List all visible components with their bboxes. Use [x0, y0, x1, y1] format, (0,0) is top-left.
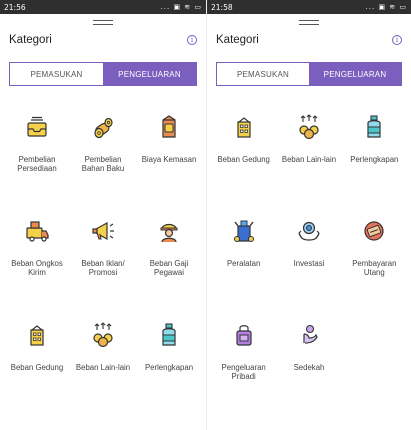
- category-label: Pengeluaran Pribadi: [221, 363, 266, 381]
- category-item[interactable]: Beban Gedung: [211, 101, 276, 205]
- personal-icon: [236, 325, 252, 346]
- category-label: Sedekah: [293, 363, 325, 372]
- status-time: 21:56: [4, 2, 26, 12]
- header: Kategori i: [207, 30, 411, 50]
- category-item[interactable]: Sedekah: [276, 309, 341, 413]
- status-bar: 21:56 ... ▣ ≋ ▭: [0, 0, 206, 14]
- category-label: Beban Ongkos Kirim: [11, 259, 63, 277]
- category-item[interactable]: Pengeluaran Pribadi: [211, 309, 276, 413]
- category-label: Pembayaran Utang: [352, 259, 397, 277]
- megaphone-icon: [92, 221, 114, 241]
- bottle-icon: [367, 115, 381, 138]
- logs-icon: [94, 117, 113, 139]
- status-time: 21:58: [211, 2, 233, 12]
- worker-icon: [160, 223, 178, 243]
- header: Kategori i: [0, 30, 206, 50]
- category-tabs: PEMASUKAN PENGELUARAN: [9, 62, 197, 86]
- info-icon[interactable]: i: [187, 35, 197, 45]
- category-item[interactable]: Biaya Kemasan: [136, 101, 202, 205]
- coins-icon: [93, 322, 113, 348]
- screen-left: 21:56 ... ▣ ≋ ▭ Kategori i PEMASUKAN PEN…: [0, 0, 206, 430]
- charity-icon: [303, 324, 318, 344]
- category-label: Perlengkapan: [144, 363, 194, 372]
- status-icons: ... ▣ ≋ ▭: [160, 3, 202, 11]
- building-icon: [237, 117, 251, 138]
- category-item[interactable]: Pembayaran Utang: [342, 205, 407, 309]
- bottle-icon: [162, 323, 176, 346]
- tab-pemasukan[interactable]: PEMASUKAN: [10, 63, 103, 85]
- status-icons: ... ▣ ≋ ▭: [365, 3, 407, 11]
- package-icon: [162, 115, 176, 138]
- status-bar: 21:58 ... ▣ ≋ ▭: [207, 0, 411, 14]
- category-item[interactable]: Beban Lain-lain: [70, 309, 136, 413]
- category-tabs: PEMASUKAN PENGELUARAN: [216, 62, 402, 86]
- category-label: Pembelian Persediaan: [17, 155, 57, 173]
- category-label: Pembelian Bahan Baku: [81, 155, 125, 173]
- tray-icon: [27, 116, 47, 137]
- category-item[interactable]: Pembelian Persediaan: [4, 101, 70, 205]
- building-icon: [30, 325, 44, 346]
- category-label: Beban Gedung: [217, 155, 270, 164]
- drag-handle[interactable]: [207, 14, 411, 30]
- category-grid: Pembelian Persediaan Pembelian Bahan Bak…: [0, 101, 206, 413]
- investment-icon: [298, 221, 320, 241]
- category-label: Beban Lain-lain: [75, 363, 131, 372]
- tab-pengeluaran[interactable]: PENGELUARAN: [309, 63, 401, 85]
- drag-handle[interactable]: [0, 14, 206, 30]
- category-item[interactable]: Beban Lain-lain: [276, 101, 341, 205]
- category-label: Beban Iklan/ Promosi: [81, 259, 125, 277]
- category-label: Peralatan: [226, 259, 261, 268]
- category-label: Investasi: [293, 259, 325, 268]
- category-label: Beban Gaji Pegawai: [149, 259, 189, 277]
- tools-icon: [233, 220, 254, 242]
- coins-icon: [299, 114, 319, 140]
- category-item[interactable]: Beban Gaji Pegawai: [136, 205, 202, 309]
- tab-pemasukan[interactable]: PEMASUKAN: [217, 63, 309, 85]
- page-title: Kategori: [9, 34, 52, 46]
- category-item[interactable]: Beban Gedung: [4, 309, 70, 413]
- category-item[interactable]: Beban Iklan/ Promosi: [70, 205, 136, 309]
- category-item[interactable]: Perlengkapan: [136, 309, 202, 413]
- screen-right: 21:58 ... ▣ ≋ ▭ Kategori i PEMASUKAN PEN…: [206, 0, 411, 430]
- category-item[interactable]: Beban Ongkos Kirim: [4, 205, 70, 309]
- tab-pengeluaran[interactable]: PENGELUARAN: [103, 63, 196, 85]
- delivery-icon: [26, 221, 49, 242]
- info-icon[interactable]: i: [392, 35, 402, 45]
- category-item[interactable]: Investasi: [276, 205, 341, 309]
- category-grid: Beban Gedung Beban Lain-lain Perlengkapa…: [207, 101, 411, 413]
- category-item[interactable]: Perlengkapan: [342, 101, 407, 205]
- category-label: Beban Lain-lain: [281, 155, 337, 164]
- page-title: Kategori: [216, 34, 259, 46]
- category-label: Perlengkapan: [350, 155, 399, 164]
- category-item[interactable]: Pembelian Bahan Baku: [70, 101, 136, 205]
- debt-icon: [364, 221, 384, 241]
- category-item[interactable]: Peralatan: [211, 205, 276, 309]
- category-label: Biaya Kemasan: [141, 155, 197, 164]
- category-label: Beban Gedung: [10, 363, 64, 372]
